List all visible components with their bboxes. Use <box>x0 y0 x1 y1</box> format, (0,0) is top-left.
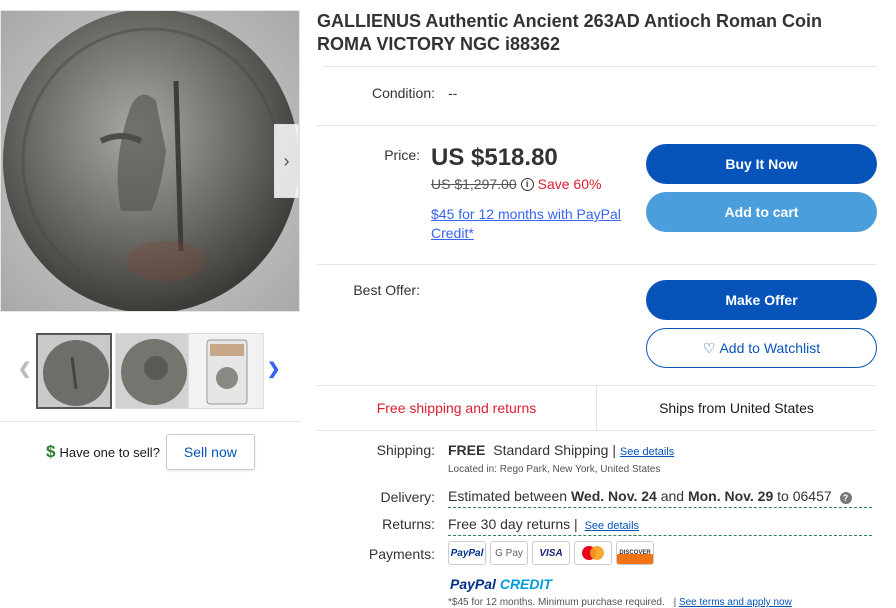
save-percent: Save 60% <box>537 176 602 192</box>
shipping-free: FREE <box>448 442 486 458</box>
thumbnail-3[interactable] <box>188 333 264 409</box>
google-pay-icon: G Pay <box>490 541 528 565</box>
shipping-label: Shipping: <box>376 442 435 458</box>
divider <box>317 264 876 265</box>
was-price: US $1,297.00 <box>431 176 517 192</box>
info-icon[interactable]: i <box>520 177 534 191</box>
returns-label: Returns: <box>382 516 435 532</box>
price-label: Price: <box>384 147 420 163</box>
add-to-watchlist-button[interactable]: ♡ Add to Watchlist <box>646 328 877 368</box>
visa-icon: VISA <box>532 541 570 565</box>
best-offer-label: Best Offer: <box>353 282 420 298</box>
sell-now-button[interactable]: Sell now <box>165 434 255 470</box>
delivery-to: to 06457 <box>777 488 832 504</box>
returns-value: Free 30 day returns | See details <box>448 516 872 536</box>
divider <box>324 66 876 67</box>
delivery-label: Delivery: <box>380 489 435 505</box>
sell-prompt: $ Have one to sell? Sell now <box>46 434 255 470</box>
free-shipping-text: Free shipping and returns <box>317 386 597 430</box>
returns-policy: Free 30 day returns | <box>448 516 578 532</box>
payments-label: Payments: <box>368 546 435 562</box>
shipping-see-details-link[interactable]: See details <box>620 446 674 458</box>
make-offer-button[interactable]: Make Offer <box>646 280 877 320</box>
mastercard-icon <box>574 541 612 565</box>
delivery-and: and <box>660 488 685 504</box>
dollar-icon: $ <box>46 442 56 461</box>
payment-methods: PayPal G Pay VISA DISCOVER <box>448 541 654 565</box>
shipping-method: Standard Shipping | <box>493 442 616 458</box>
condition-value: -- <box>448 85 458 101</box>
was-price-row: US $1,297.00 i Save 60% <box>431 176 601 192</box>
thumbnail-strip: ❮ ❯ <box>14 333 284 409</box>
buy-it-now-button[interactable]: Buy It Now <box>646 144 877 184</box>
next-image-arrow[interactable]: › <box>274 124 299 198</box>
footnote-text: *$45 for 12 months. Minimum purchase req… <box>448 597 665 608</box>
paypal-credit-footnote: *$45 for 12 months. Minimum purchase req… <box>448 597 792 608</box>
delivery-start: Wed. Nov. 24 <box>570 488 657 504</box>
divider <box>317 125 876 126</box>
item-location: Located in: Rego Park, New York, United … <box>448 464 661 475</box>
paypal-credit-link[interactable]: $45 for 12 months with PayPal Credit* <box>431 205 641 243</box>
thumbnail-2[interactable] <box>115 333 191 409</box>
delivery-prefix: Estimated between <box>448 488 568 504</box>
divider <box>0 421 300 422</box>
credit-logo-text: CREDIT <box>499 576 552 592</box>
page-title: GALLIENUS Authentic Ancient 263AD Antioc… <box>317 11 823 54</box>
current-price: US $518.80 <box>431 144 558 171</box>
terms-link[interactable]: See terms and apply now <box>679 597 792 608</box>
paypal-icon: PayPal <box>448 541 486 565</box>
add-to-cart-button[interactable]: Add to cart <box>646 192 877 232</box>
delivery-end: Mon. Nov. 29 <box>687 488 774 504</box>
discover-icon: DISCOVER <box>616 541 654 565</box>
returns-see-details-link[interactable]: See details <box>585 520 639 532</box>
paypal-logo-text: PayPal <box>450 576 496 592</box>
paypal-credit-logo: PayPal CREDIT <box>450 576 552 592</box>
next-thumbnail-icon[interactable]: ❯ <box>267 359 280 379</box>
coin-photo <box>1 11 299 311</box>
main-product-image[interactable] <box>0 10 300 312</box>
condition-label: Condition: <box>371 85 435 101</box>
shipping-value: FREE Standard Shipping | See details <box>448 442 674 458</box>
sell-question: Have one to sell? <box>59 444 160 460</box>
shipping-banner: Free shipping and returns Ships from Uni… <box>317 385 876 431</box>
delivery-estimate: Estimated between Wed. Nov. 24 and Mon. … <box>448 488 872 508</box>
thumbnail-1[interactable] <box>36 333 112 409</box>
ships-from-text: Ships from United States <box>659 400 814 416</box>
watchlist-label: Add to Watchlist <box>719 340 821 356</box>
prev-thumbnail-icon[interactable]: ❮ <box>18 359 31 379</box>
heart-icon: ♡ <box>702 339 716 356</box>
help-icon[interactable]: ? <box>839 492 852 504</box>
